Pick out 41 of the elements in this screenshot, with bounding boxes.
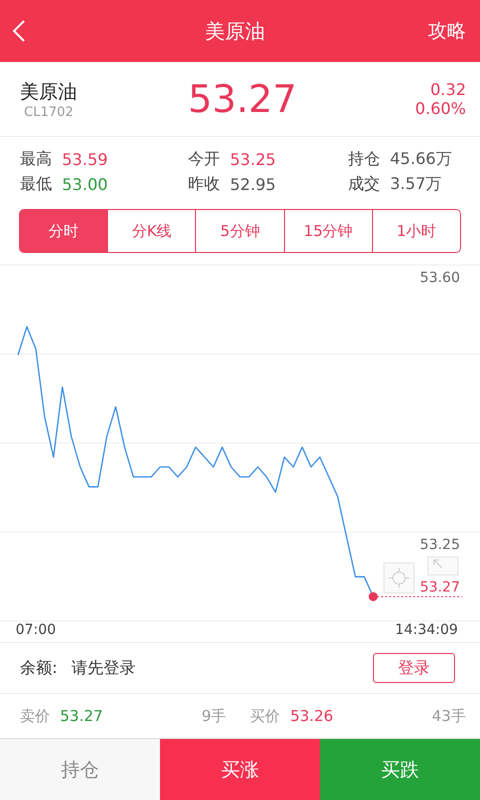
page-title: 美原油 [205,18,265,44]
change-percent: 0.60% [415,99,466,118]
sell-quantity: 9手 [202,706,226,726]
buy-label: 买价 [250,706,280,726]
stat-label: 持仓 [348,149,380,170]
period-tab[interactable]: 分时 [20,210,108,252]
stat-value: 52.95 [230,175,276,194]
period-tab[interactable]: 1小时 [372,210,460,252]
stat-label: 成交 [348,174,380,195]
current-price-dot [368,592,378,602]
current-price-label: 53.27 [420,580,460,596]
action-button[interactable]: 持仓 [0,739,160,800]
buy-price: 53.26 [290,707,334,725]
action-button[interactable]: 买涨 [160,739,320,800]
stat-label: 最高 [20,149,52,170]
stat-label: 最低 [20,174,52,195]
price-change: 0.32 [430,80,466,99]
sell-label: 卖价 [20,706,50,726]
stat-value: 45.66万 [390,149,452,170]
current-price: 53.27 [188,77,298,121]
stat-value: 3.57万 [390,174,442,195]
back-icon [12,19,26,43]
balance-label: 余额: [20,658,58,678]
stat-value: 53.59 [62,150,108,169]
guide-link[interactable]: 攻略 [428,18,466,44]
instrument-code: CL1702 [24,104,74,120]
buy-quantity: 43手 [432,706,466,726]
action-button[interactable]: 买跌 [320,739,480,800]
axis-label: 07:00 [16,622,56,638]
sell-price: 53.27 [60,707,103,725]
instrument-name: 美原油 [20,80,78,104]
stat-value: 53.25 [230,150,276,169]
login-button[interactable]: 登录 [373,653,455,683]
stat-label: 今开 [188,149,220,170]
balance-value: 请先登录 [71,658,136,678]
crosshair-icon[interactable] [384,562,414,594]
axis-label: 14:34:09 [395,622,458,638]
stat-label: 昨收 [188,174,220,195]
axis-label: 53.60 [420,270,460,286]
axis-label: 53.25 [420,536,460,553]
stat-value: 53.00 [62,175,108,194]
